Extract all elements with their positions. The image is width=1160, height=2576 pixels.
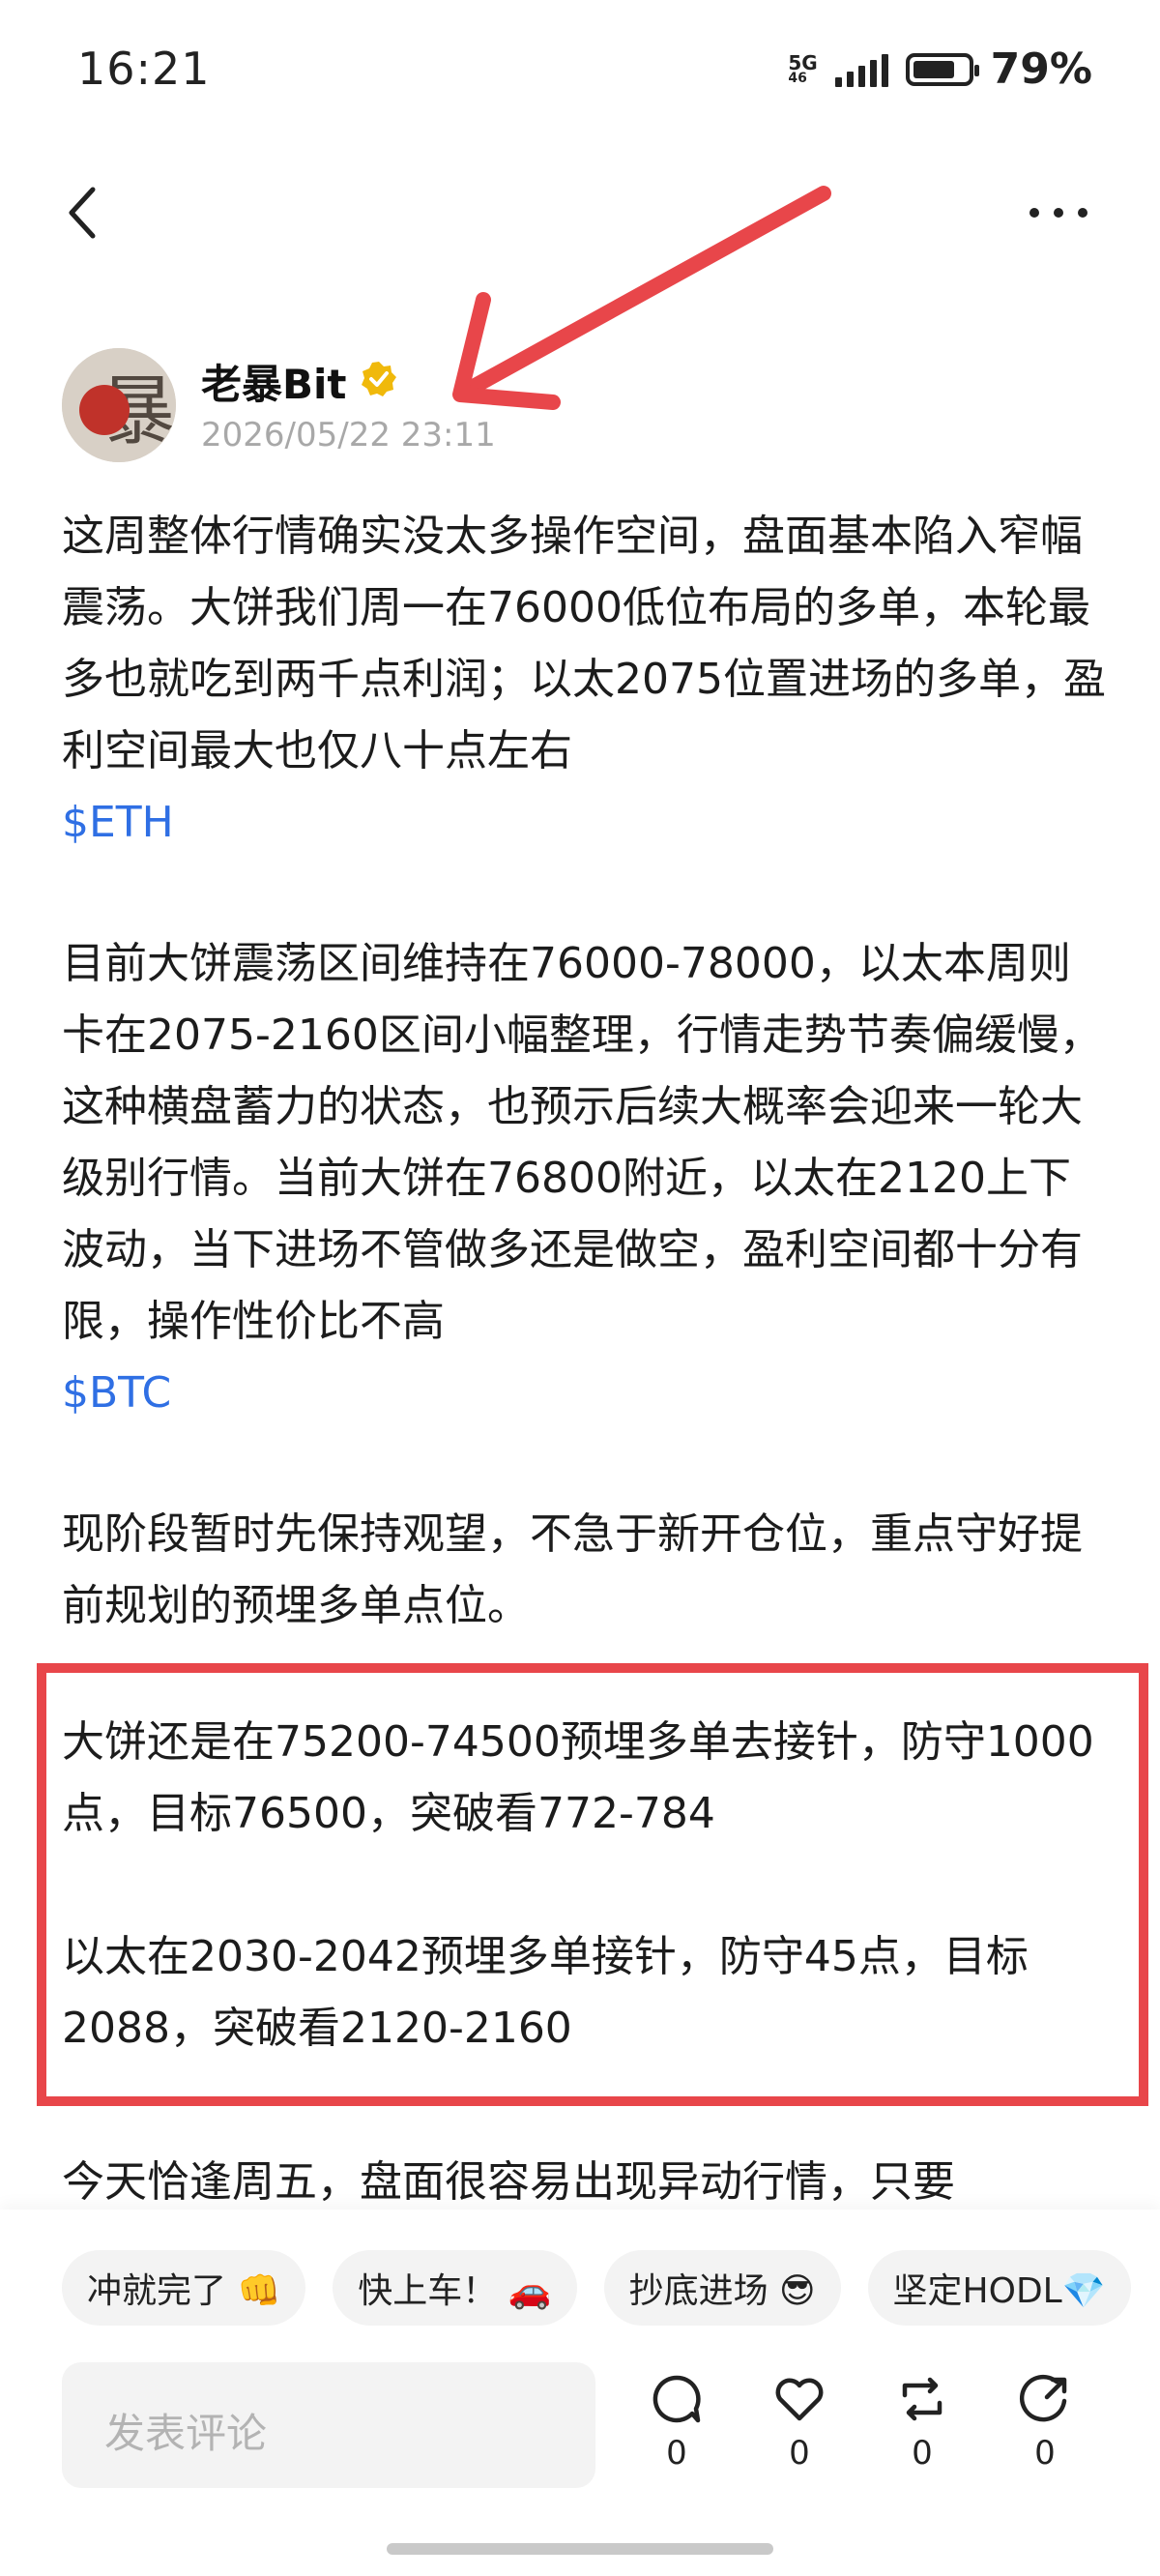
- status-bar: 16:21 5G 46 79%: [0, 0, 1160, 145]
- annotation-arrow: [452, 186, 831, 410]
- comment-button[interactable]: 0: [638, 2372, 715, 2473]
- chevron-left-icon: [69, 187, 96, 239]
- share-count: 0: [1034, 2434, 1056, 2473]
- reaction-chips: 冲就完了 👊 快上车！ 🚗 抄底进场 😎 坚定HODL💎: [62, 2250, 1131, 2326]
- signal-strength-icon: [834, 52, 888, 87]
- bottom-action-bar: 冲就完了 👊 快上车！ 🚗 抄底进场 😎 坚定HODL💎 发表评论 0 0 0 …: [0, 2210, 1160, 2576]
- post-paragraph-1: 这周整体行情确实没太多操作空间，盘面基本陷入窄幅震荡。大饼我们周一在76000低…: [62, 501, 1106, 859]
- heart-icon: [775, 2378, 824, 2421]
- share-icon: [1019, 2374, 1067, 2422]
- post-paragraph-2: 目前大饼震荡区间维持在76000-78000，以太本周则卡在2075-2160区…: [62, 928, 1106, 1429]
- comment-input[interactable]: 发表评论: [62, 2362, 595, 2488]
- post-paragraph-6: 今天恰逢周五，盘面很容易出现异动行情，只要: [62, 2157, 955, 2207]
- reaction-chip[interactable]: 坚定HODL💎: [867, 2250, 1131, 2326]
- post-paragraph-3: 现阶段暂时先保持观望，不急于新开仓位，重点守好提前规划的预埋多单点位。: [62, 1509, 1083, 1630]
- comment-count: 0: [666, 2434, 687, 2473]
- post-paragraph-4: 大饼还是在75200-74500预埋多单去接针，防守1000点，目标76500，…: [62, 1707, 1106, 2064]
- verified-badge-icon: [362, 362, 396, 396]
- reaction-chip[interactable]: 快上车！ 🚗: [333, 2250, 577, 2326]
- more-dots-icon: [1030, 208, 1088, 218]
- hashtag-eth-link[interactable]: $ETH: [62, 787, 1106, 859]
- network-type-icon: 5G 46: [788, 50, 818, 86]
- home-indicator[interactable]: [387, 2543, 773, 2555]
- like-count: 0: [789, 2434, 810, 2473]
- comment-placeholder: 发表评论: [104, 2410, 268, 2457]
- reaction-chip[interactable]: 冲就完了 👊: [62, 2250, 306, 2326]
- more-options-button[interactable]: [1025, 193, 1092, 232]
- share-button[interactable]: 0: [1006, 2372, 1084, 2473]
- like-button[interactable]: 0: [761, 2372, 838, 2473]
- back-button[interactable]: [60, 184, 108, 242]
- author-name[interactable]: 老暴Bit: [201, 352, 347, 411]
- repost-count: 0: [912, 2434, 933, 2473]
- battery-percentage: 79%: [990, 44, 1092, 94]
- avatar-image: 暴: [62, 348, 176, 462]
- post-timestamp: 2026/05/22 23:11: [201, 416, 496, 454]
- hashtag-btc-link[interactable]: $BTC: [62, 1358, 1106, 1429]
- author-avatar[interactable]: 暴: [62, 348, 176, 462]
- battery-icon: [905, 52, 979, 86]
- reaction-chip[interactable]: 抄底进场 😎: [603, 2250, 841, 2326]
- status-time: 16:21: [77, 43, 211, 95]
- comment-bubble-icon: [652, 2375, 701, 2423]
- repost-icon: [902, 2377, 942, 2421]
- post-paragraph-5: 以太在2030-2042预埋多单接针，防守45点，目标2088，突破看2120-…: [62, 1932, 1029, 2053]
- status-icons: 5G 46 79%: [788, 44, 1092, 94]
- repost-button[interactable]: 0: [884, 2372, 961, 2473]
